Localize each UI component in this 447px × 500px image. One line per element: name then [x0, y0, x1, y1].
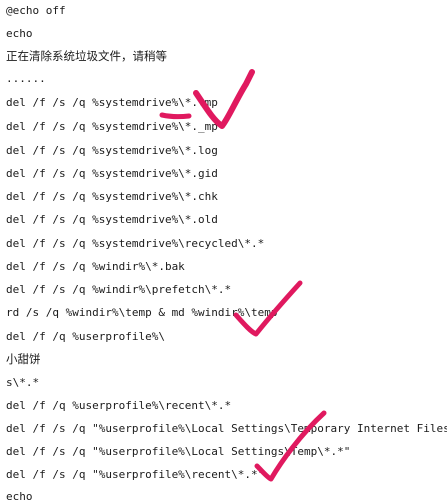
script-line-del-userprofile: del /f /q %userprofile%\ [6, 330, 165, 343]
script-line-del-old: del /f /s /q %systemdrive%\*.old [6, 213, 218, 226]
script-line-wildcard: s\*.* [6, 376, 40, 389]
script-document: @echo off echo 正在清除系统垃圾文件，请稍等 ...... del… [0, 0, 447, 500]
script-line-cookies: 小甜饼 [6, 352, 41, 366]
script-line-del-local-temp: del /f /s /q "%userprofile%\Local Settin… [6, 445, 351, 458]
script-line-del-chk: del /f /s /q %systemdrive%\*.chk [6, 190, 218, 203]
script-line-echo: echo [6, 27, 33, 40]
script-line-cleaning-msg: 正在清除系统垃圾文件，请稍等 [6, 49, 167, 63]
script-line-del-prefetch: del /f /s /q %windir%\prefetch\*.* [6, 283, 232, 296]
script-line-del-mp: del /f /s /q %systemdrive%\*._mp [6, 120, 218, 133]
script-line-echo-end: echo [6, 490, 33, 500]
script-line-del-recycled: del /f /s /q %systemdrive%\recycled\*.* [6, 237, 265, 250]
script-line-rd-temp: rd /s /q %windir%\temp & md %windir%\tem… [6, 306, 278, 319]
script-line-dots: ...... [6, 72, 46, 85]
script-line-del-recent: del /f /q %userprofile%\recent\*.* [6, 399, 232, 412]
script-line-echo-off: @echo off [6, 4, 66, 17]
script-line-del-bak: del /f /s /q %windir%\*.bak [6, 260, 185, 273]
script-line-del-gid: del /f /s /q %systemdrive%\*.gid [6, 167, 218, 180]
script-line-del-recent-quoted: del /f /s /q "%userprofile%\recent\*.*" [6, 468, 265, 481]
script-line-del-temp-internet: del /f /s /q "%userprofile%\Local Settin… [6, 422, 447, 435]
underline-annotation [159, 112, 192, 120]
script-line-del-log: del /f /s /q %systemdrive%\*.log [6, 144, 218, 157]
script-line-del-tmp: del /f /s /q %systemdrive%\*.tmp [6, 96, 218, 109]
